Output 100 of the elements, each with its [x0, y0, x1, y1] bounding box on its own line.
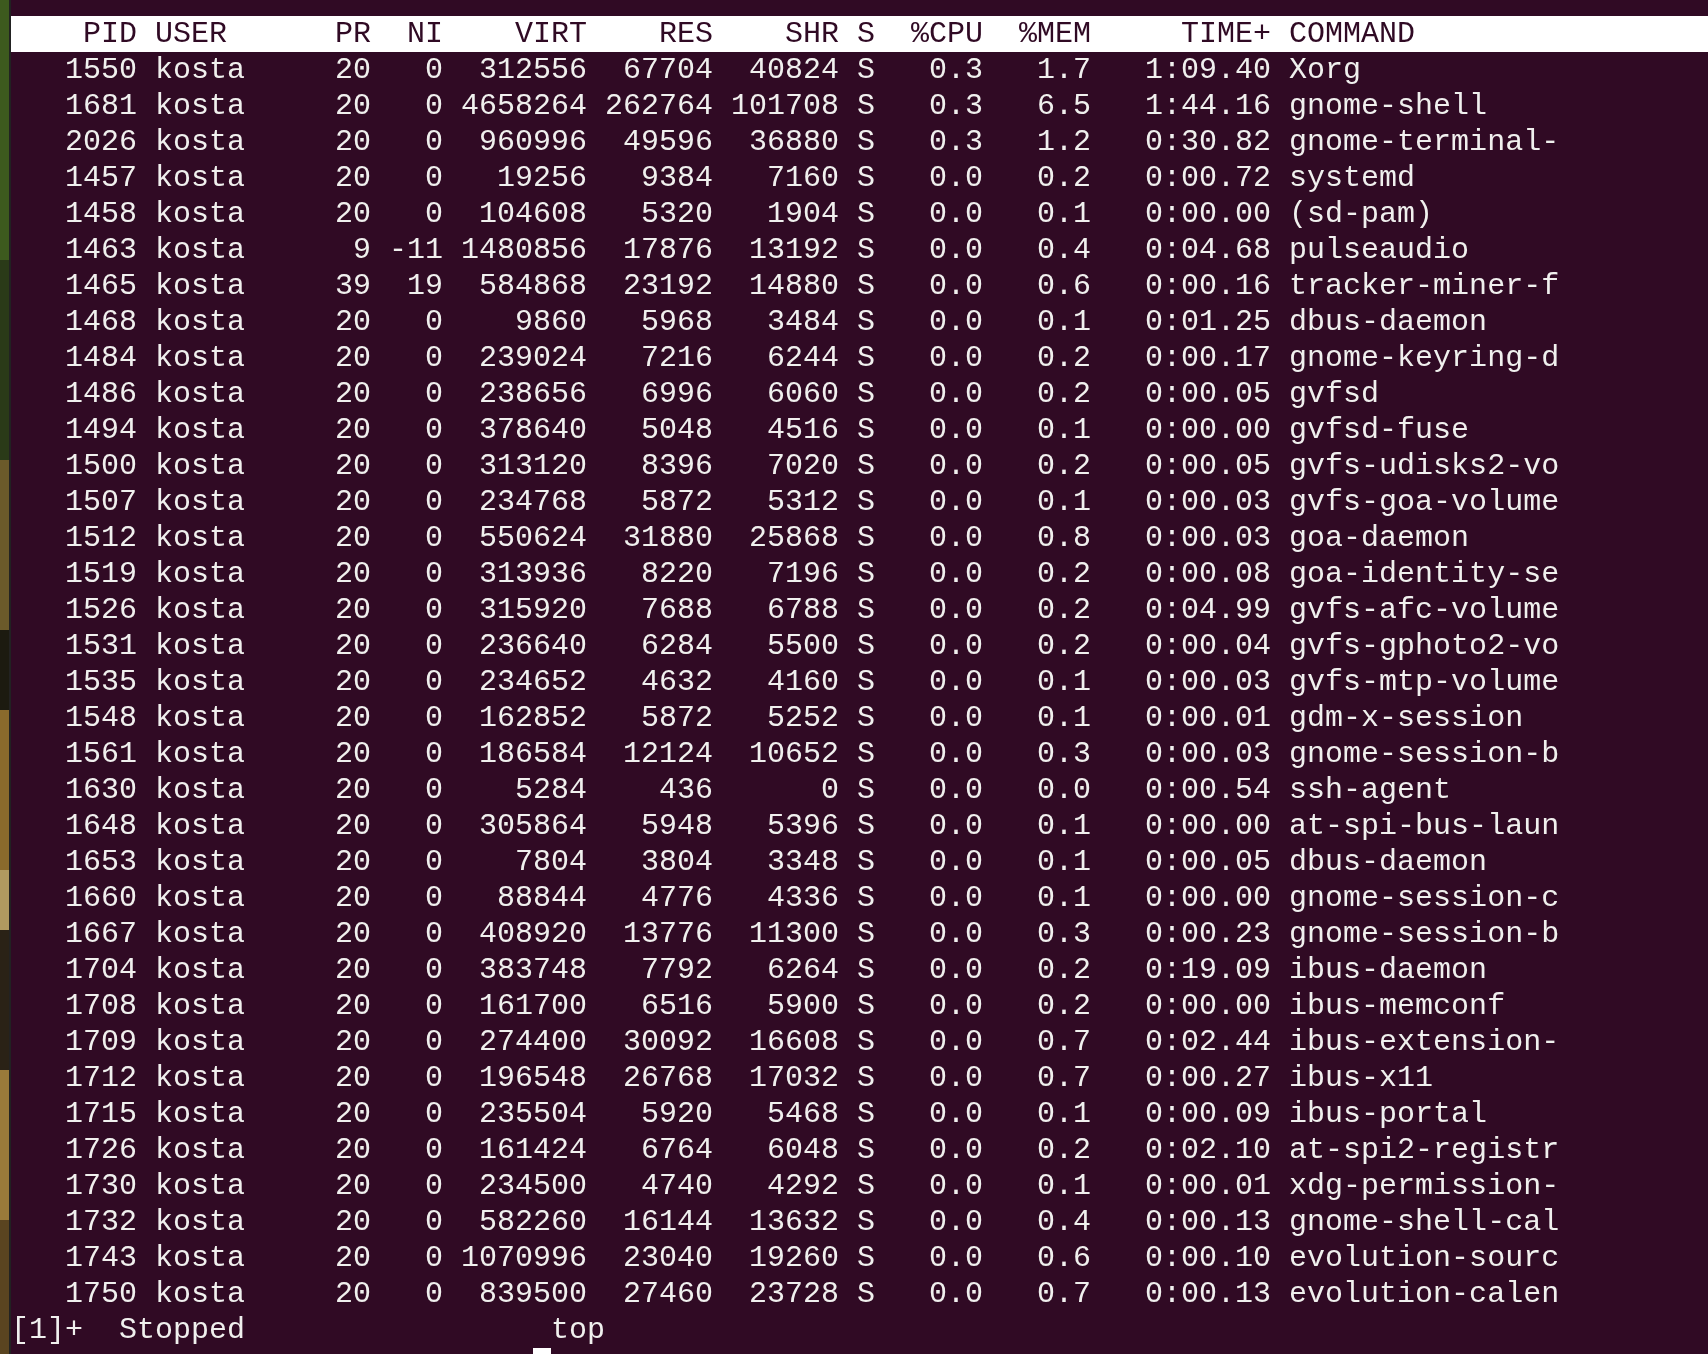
table-cell-text: 235504: [478, 1096, 588, 1132]
table-cell-text: 0.4: [1036, 232, 1092, 268]
table-cell-text: 5900: [766, 988, 840, 1024]
table-cell-text: 20: [334, 376, 372, 412]
table-cell-text: 0:00.00: [1144, 880, 1272, 916]
table-cell-text: 408920: [478, 916, 588, 952]
table-cell-text: 0.4: [1036, 1204, 1092, 1240]
table-cell-text: 0.1: [1036, 844, 1092, 880]
table-cell-text: 313936: [478, 556, 588, 592]
table-cell-text: 0.1: [1036, 1096, 1092, 1132]
table-cell-text: 5468: [766, 1096, 840, 1132]
table-cell-text: kosta: [155, 1168, 247, 1204]
table-cell-text: kosta: [155, 700, 247, 736]
table-cell-text: 0.8: [1036, 520, 1092, 556]
table-cell-text: 0.3: [928, 88, 984, 124]
table-cell-text: 1500: [64, 448, 137, 484]
table-cell-text: 0:02.10: [1144, 1132, 1272, 1168]
table-cell: S: [857, 1060, 876, 1096]
table-cell-text: 234652: [478, 664, 588, 700]
table-cell-text: 0.2: [1036, 160, 1092, 196]
table-cell-text: 0: [424, 412, 444, 448]
table-cell-text: 161424: [478, 1132, 588, 1168]
table-cell-text: 1648: [64, 808, 137, 844]
table-cell-text: 20: [334, 952, 372, 988]
table-cell-text: 0.0: [928, 952, 984, 988]
table-cell-text: 839500: [478, 1276, 588, 1312]
table-cell-text: 1750: [64, 1276, 137, 1312]
table-cell: S: [857, 772, 876, 808]
table-cell-text: kosta: [155, 484, 247, 520]
column-header: RES: [658, 16, 714, 52]
table-cell-text: 0:00.72: [1144, 160, 1272, 196]
table-cell-text: 20: [334, 736, 372, 772]
table-cell: S: [857, 880, 876, 916]
table-cell-text: goa-identity-se: [1289, 556, 1561, 592]
table-cell-text: 0: [424, 664, 444, 700]
table-cell: 4658264: [461, 88, 588, 124]
table-cell-text: kosta: [155, 556, 247, 592]
table-cell: S: [857, 952, 876, 988]
table-cell-text: 1526: [64, 592, 137, 628]
table-cell-text: 0: [424, 124, 444, 160]
table-cell-text: 0: [424, 520, 444, 556]
table-cell-text: 0:00.03: [1144, 664, 1272, 700]
table-cell-text: kosta: [155, 376, 247, 412]
table-cell-text: 0: [424, 988, 444, 1024]
table-cell: S: [857, 1204, 876, 1240]
table-cell-text: 161700: [478, 988, 588, 1024]
table-cell-text: 0.0: [928, 448, 984, 484]
table-cell-text: 13192: [748, 232, 840, 268]
table-cell-text: kosta: [155, 520, 247, 556]
table-cell-text: 5968: [640, 304, 714, 340]
table-cell-text: 0: [424, 808, 444, 844]
table-cell-text: 1457: [64, 160, 137, 196]
table-cell-text: 0.3: [928, 124, 984, 160]
table-cell-text: 0: [424, 160, 444, 196]
table-cell-text: 20: [334, 880, 372, 916]
table-cell-text: 0.0: [928, 772, 984, 808]
table-cell-text: 30092: [622, 1024, 714, 1060]
table-cell-text: 0.0: [928, 1024, 984, 1060]
table-cell-text: gnome-shell: [1289, 88, 1489, 124]
column-header: USER: [155, 16, 229, 52]
column-header: %MEM: [1018, 16, 1092, 52]
table-cell-text: gnome-session-b: [1289, 916, 1561, 952]
table-cell-text: 0.2: [1036, 988, 1092, 1024]
table-cell-text: kosta: [155, 1204, 247, 1240]
table-cell: S: [857, 808, 876, 844]
table-cell-text: 234768: [478, 484, 588, 520]
table-cell-text: 1681: [64, 88, 137, 124]
table-cell-text: kosta: [155, 124, 247, 160]
table-cell-text: 1468: [64, 304, 137, 340]
table-cell-text: tracker-miner-f: [1289, 268, 1561, 304]
table-cell-text: goa-daemon: [1289, 520, 1471, 556]
table-cell-text: 11300: [748, 916, 840, 952]
table-cell-text: kosta: [155, 52, 247, 88]
table-cell-text: 0:30.82: [1144, 124, 1272, 160]
column-header: %CPU: [910, 16, 984, 52]
table-cell-text: 0.1: [1036, 700, 1092, 736]
table-cell-text: 0.2: [1036, 628, 1092, 664]
table-cell-text: 0.0: [928, 520, 984, 556]
table-cell-text: gvfsd-fuse: [1289, 412, 1471, 448]
table-cell-text: 0: [424, 340, 444, 376]
table-cell-text: 1535: [64, 664, 137, 700]
column-header: NI: [406, 16, 444, 52]
table-cell-text: 6244: [766, 340, 840, 376]
table-cell-text: ssh-agent: [1289, 772, 1453, 808]
table-cell-text: 196548: [478, 1060, 588, 1096]
table-cell-text: ibus-x11: [1289, 1060, 1435, 1096]
table-cell-text: 88844: [496, 880, 588, 916]
table-cell-text: kosta: [155, 160, 247, 196]
table-cell-text: 7020: [766, 448, 840, 484]
table-cell-text: 0:00.03: [1144, 520, 1272, 556]
table-cell-text: 20: [334, 592, 372, 628]
table-cell: S: [857, 1240, 876, 1276]
table-cell-text: 0:00.13: [1144, 1204, 1272, 1240]
table-cell-text: kosta: [155, 340, 247, 376]
table-cell: S: [857, 412, 876, 448]
table-cell-text: 4336: [766, 880, 840, 916]
table-cell-text: kosta: [155, 268, 247, 304]
table-cell: S: [857, 448, 876, 484]
table-cell-text: 0.0: [928, 664, 984, 700]
table-cell-text: 0.0: [928, 304, 984, 340]
